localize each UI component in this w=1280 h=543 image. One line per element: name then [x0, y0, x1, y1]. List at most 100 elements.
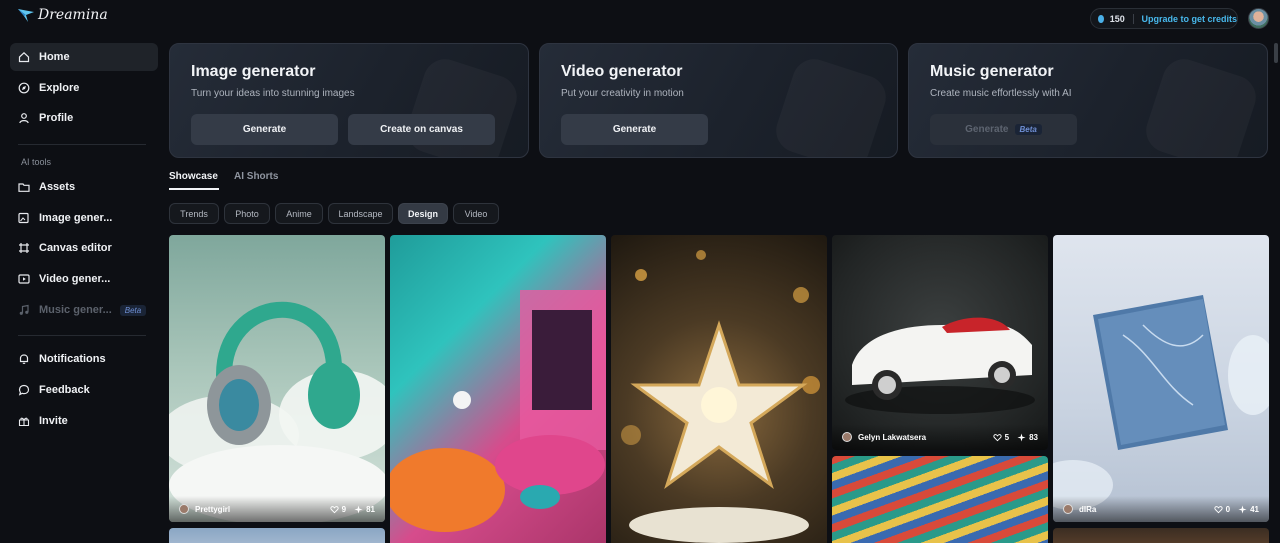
- likes-count: 9: [341, 504, 347, 514]
- tile-meta: dIRa 0 41: [1053, 496, 1269, 522]
- logo[interactable]: Dreamina: [17, 7, 108, 23]
- heart-icon: [993, 433, 1002, 441]
- sidebar-item-label: Explore: [39, 82, 80, 94]
- sidebar-item-canvas-editor[interactable]: Canvas editor: [10, 234, 158, 262]
- headphones-illustration: [169, 301, 385, 522]
- username: dIRa: [1079, 504, 1097, 514]
- music-icon: [18, 304, 30, 316]
- video-generator-card: Video generator Put your creativity in m…: [539, 43, 898, 158]
- bell-icon: [18, 353, 30, 365]
- credits-separator: [1132, 13, 1134, 24]
- gallery-item-frosted-book[interactable]: dIRa 0 41: [1053, 235, 1269, 522]
- scrollbar[interactable]: [1274, 43, 1278, 63]
- likes[interactable]: 0: [1214, 505, 1230, 514]
- video-generate-button[interactable]: Generate: [561, 114, 708, 145]
- tab-active-indicator: [169, 188, 219, 190]
- sidebar-item-profile[interactable]: Profile: [10, 104, 158, 132]
- invite-icon: [18, 415, 30, 427]
- remixes[interactable]: 41: [1238, 505, 1259, 514]
- credit-count: 150: [1109, 13, 1125, 24]
- home-icon: [18, 51, 30, 63]
- gallery-item[interactable]: [169, 528, 385, 543]
- filter-trends[interactable]: Trends: [169, 203, 219, 224]
- music-generator-card: Music generator Create music effortlessl…: [908, 43, 1268, 158]
- likes[interactable]: 9: [330, 505, 346, 514]
- username: Gelyn Lakwatsera: [858, 432, 927, 442]
- sidebar-item-label: Home: [39, 51, 70, 63]
- music-generate-label: Generate: [965, 124, 1009, 135]
- card-subtitle: Create music effortlessly with AI: [930, 88, 1072, 99]
- username: Prettygirl: [195, 504, 231, 514]
- sidebar-item-home[interactable]: Home: [10, 43, 158, 71]
- create-on-canvas-button[interactable]: Create on canvas: [348, 114, 495, 145]
- likes-count: 5: [1004, 432, 1010, 442]
- sidebar-item-notifications[interactable]: Notifications: [10, 345, 158, 373]
- remixes[interactable]: 81: [354, 505, 375, 514]
- gallery-item-headphones[interactable]: Prettygirl 9 81: [169, 235, 385, 522]
- filter-photo[interactable]: Photo: [224, 203, 270, 224]
- likes[interactable]: 5: [993, 433, 1009, 442]
- sidebar-item-image-generator[interactable]: Image gener...: [10, 204, 158, 232]
- image-generate-button[interactable]: Generate: [191, 114, 338, 145]
- tab-showcase[interactable]: Showcase: [169, 171, 218, 182]
- filter-anime[interactable]: Anime: [275, 203, 323, 224]
- canvas-icon: [18, 242, 30, 254]
- beta-badge: Beta: [1014, 124, 1042, 135]
- sparkle-icon: [1238, 504, 1247, 514]
- star-ornament-illustration: [621, 250, 820, 543]
- image-edit-icon: [18, 212, 30, 224]
- logo-text: Dreamina: [38, 7, 108, 23]
- sidebar-item-video-generator[interactable]: Video gener...: [10, 265, 158, 293]
- gallery-item[interactable]: [1053, 528, 1269, 543]
- card-title: Video generator: [561, 63, 683, 80]
- sidebar-divider: [18, 144, 146, 145]
- filter-video[interactable]: Video: [453, 203, 499, 224]
- sparkle-icon: [354, 504, 363, 514]
- sidebar-divider: [18, 335, 146, 336]
- remixes-count: 83: [1029, 432, 1038, 442]
- image-generator-card: Image generator Turn your ideas into stu…: [169, 43, 529, 158]
- remixes[interactable]: 83: [1017, 433, 1038, 442]
- heart-icon: [1214, 505, 1223, 513]
- sidebar-item-feedback[interactable]: Feedback: [10, 376, 158, 404]
- sidebar-item-label: Video gener...: [39, 273, 111, 285]
- sidebar-item-music-generator[interactable]: Music gener... Beta: [10, 296, 158, 324]
- filter-landscape[interactable]: Landscape: [328, 203, 393, 224]
- sidebar-item-label: Image gener...: [39, 212, 113, 224]
- user-icon: [18, 112, 30, 124]
- sidebar-item-label: Canvas editor: [39, 242, 112, 254]
- tab-ai-shorts[interactable]: AI Shorts: [234, 171, 278, 182]
- upgrade-link[interactable]: Upgrade to get credits: [1141, 14, 1237, 24]
- music-generator-decoration: [1141, 54, 1262, 157]
- chat-icon: [18, 384, 30, 396]
- credits-pill[interactable]: 150 Upgrade to get credits: [1090, 8, 1238, 29]
- compass-icon: [18, 82, 30, 94]
- sidebar-item-label: Profile: [39, 112, 74, 124]
- card-subtitle: Turn your ideas into stunning images: [191, 88, 355, 99]
- gallery-item-star-ornament[interactable]: [611, 235, 827, 543]
- sidebar-item-label: Assets: [39, 181, 76, 193]
- frosted-book-illustration: [1053, 295, 1269, 510]
- sidebar-item-assets[interactable]: Assets: [10, 173, 158, 201]
- user-avatar: [842, 432, 852, 442]
- music-generate-button[interactable]: Generate Beta: [930, 114, 1077, 145]
- gallery-item-fluffy-car[interactable]: Gelyn Lakwatsera 5 83: [832, 235, 1048, 450]
- card-title: Image generator: [191, 63, 316, 80]
- sidebar-item-label: Feedback: [39, 384, 90, 396]
- sidebar-item-label: Music gener...: [39, 304, 112, 316]
- filter-design[interactable]: Design: [398, 203, 448, 224]
- user-avatar: [1063, 504, 1073, 514]
- avatar[interactable]: [1248, 8, 1269, 29]
- card-title: Music generator: [930, 63, 1054, 80]
- gallery-item-fluffy-room[interactable]: [390, 235, 606, 543]
- card-subtitle: Put your creativity in motion: [561, 88, 684, 99]
- sidebar: Dreamina Home Explore Profile AI tools A…: [0, 0, 168, 543]
- sidebar-item-explore[interactable]: Explore: [10, 74, 158, 102]
- sparkle-icon: [1017, 432, 1026, 442]
- sidebar-item-label: Notifications: [39, 353, 106, 365]
- beta-badge: Beta: [119, 304, 147, 316]
- video-generator-decoration: [771, 54, 892, 157]
- section-label-ai-tools: AI tools: [21, 157, 52, 167]
- sidebar-item-invite[interactable]: Invite: [10, 407, 158, 435]
- gallery-item-knitted-yarn[interactable]: [832, 456, 1048, 543]
